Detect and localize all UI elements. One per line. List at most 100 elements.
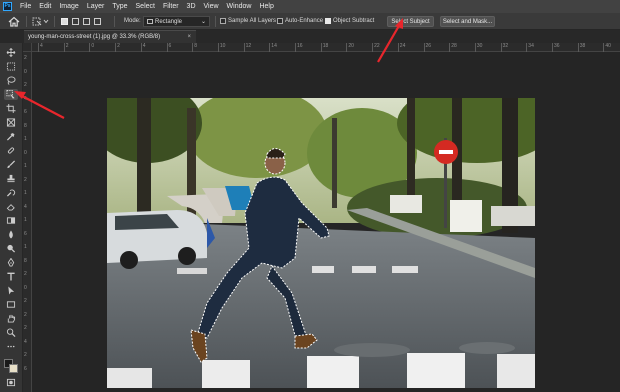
clone-stamp-tool-icon[interactable]: [4, 173, 18, 184]
ruler-tick-label: 1: [24, 244, 27, 250]
ruler-tick-label: 34: [526, 43, 534, 52]
select-subject-button[interactable]: Select Subject: [387, 16, 434, 27]
menu-filter[interactable]: Filter: [159, 3, 183, 10]
select-and-mask-button[interactable]: Select and Mask...: [440, 16, 495, 27]
ruler-tick-label: 2: [24, 176, 27, 183]
mode-value: Rectangle: [155, 19, 183, 25]
ruler-tick-label: 16: [295, 43, 303, 52]
ruler-tick-label: 28: [449, 43, 457, 52]
ruler-tick-label: 4: [140, 43, 146, 52]
object-subtract-checkbox[interactable]: [325, 18, 331, 24]
menu-image[interactable]: Image: [55, 3, 82, 10]
ruler-tick-label: 12: [243, 43, 252, 52]
ruler-tick-label: 2: [24, 311, 27, 318]
ruler-tick-label: 4: [24, 338, 27, 345]
subtract-from-selection-icon[interactable]: [83, 18, 90, 25]
new-selection-icon[interactable]: [61, 18, 68, 25]
close-icon[interactable]: ×: [187, 31, 191, 43]
ruler-tick-label: 2: [24, 55, 27, 61]
menu-layer[interactable]: Layer: [83, 3, 109, 10]
move-tool-icon[interactable]: [4, 47, 18, 58]
home-icon[interactable]: [8, 16, 20, 27]
document-tab-title: young-man-cross-street (1).jpg @ 33.3% (…: [28, 34, 161, 40]
blur-tool-icon[interactable]: [4, 229, 18, 240]
horizontal-ruler[interactable]: 4 2 0 2 4 6 8 10 12 14 16 18 20 22 24 26 28 30 32 34 36 38 40: [32, 43, 620, 52]
background-color-swatch[interactable]: [9, 364, 18, 373]
ruler-tick-label: 18: [320, 43, 329, 52]
gradient-tool-icon[interactable]: [4, 215, 18, 226]
ruler-tick-label: 20: [346, 43, 354, 52]
eyedropper-tool-icon[interactable]: [4, 131, 18, 142]
menu-3d[interactable]: 3D: [183, 3, 200, 10]
ruler-corner: [23, 43, 32, 52]
zoom-tool-icon[interactable]: [4, 327, 18, 338]
history-brush-tool-icon[interactable]: [4, 187, 18, 198]
ruler-tick-label: 6: [24, 109, 27, 115]
ruler-tick-label: 1: [24, 136, 27, 142]
document-image[interactable]: [107, 98, 535, 388]
lasso-tool-icon[interactable]: [4, 75, 18, 86]
ruler-tick-label: 10: [218, 43, 226, 52]
marquee-tool-icon[interactable]: [4, 61, 18, 72]
ruler-tick-label: 2: [115, 43, 120, 52]
type-tool-icon[interactable]: [4, 271, 18, 282]
dodge-tool-icon[interactable]: [4, 243, 18, 254]
crop-tool-icon[interactable]: [4, 103, 18, 114]
ruler-tick-label: 2: [24, 82, 27, 88]
ruler-tick-label: 0: [24, 68, 27, 75]
ruler-tick-label: 14: [269, 43, 277, 52]
street-photo-illustration: [107, 98, 535, 388]
tools-panel: [0, 43, 23, 392]
pen-tool-icon[interactable]: [4, 257, 18, 268]
ruler-tick-label: 24: [397, 43, 406, 52]
menu-view[interactable]: View: [200, 3, 223, 10]
mode-dropdown[interactable]: Rectangle ⌄: [143, 16, 210, 27]
separator: [54, 16, 55, 27]
eraser-tool-icon[interactable]: [4, 201, 18, 212]
menu-file[interactable]: File: [16, 3, 35, 10]
mode-label: Mode:: [124, 18, 141, 24]
healing-brush-tool-icon[interactable]: [4, 145, 18, 156]
ruler-tick-label: 1: [24, 163, 27, 169]
ruler-tick-label: 38: [577, 43, 586, 52]
document-tab[interactable]: young-man-cross-street (1).jpg @ 33.3% (…: [24, 30, 196, 43]
ruler-tick-label: 8: [192, 43, 197, 52]
ruler-tick-label: 6: [24, 365, 27, 372]
menu-window[interactable]: Window: [223, 3, 256, 10]
ruler-tick-label: 1: [24, 190, 27, 196]
vertical-ruler[interactable]: 202468101214161820222426: [23, 52, 32, 392]
add-to-selection-icon[interactable]: [72, 18, 79, 25]
ruler-tick-label: 0: [24, 149, 27, 156]
ruler-tick-label: 2: [24, 298, 27, 304]
menu-type[interactable]: Type: [108, 3, 131, 10]
sample-all-layers-label: Sample All Layers: [228, 18, 277, 24]
ruler-tick-label: 0: [24, 284, 27, 291]
menu-select[interactable]: Select: [132, 3, 159, 10]
frame-tool-icon[interactable]: [4, 117, 18, 128]
brush-tool-icon[interactable]: [4, 159, 18, 170]
rectangle-tool-icon[interactable]: [4, 299, 18, 310]
sample-all-layers-checkbox[interactable]: [220, 18, 226, 24]
hand-tool-icon[interactable]: [4, 313, 18, 324]
ruler-tick-label: 2: [24, 271, 27, 277]
ruler-tick-label: 26: [423, 43, 432, 52]
tool-preset-picker-icon[interactable]: [32, 16, 50, 27]
quick-mask-icon[interactable]: [4, 377, 18, 388]
ruler-tick-label: 22: [372, 43, 380, 52]
ruler-tick-label: 4: [24, 95, 27, 102]
path-selection-tool-icon[interactable]: [4, 285, 18, 296]
ruler-tick-label: 36: [552, 43, 560, 52]
intersect-selection-icon[interactable]: [94, 18, 101, 25]
auto-enhance-checkbox[interactable]: [277, 18, 283, 24]
menu-edit[interactable]: Edit: [35, 3, 55, 10]
separator: [26, 16, 27, 27]
ruler-tick-label: 32: [500, 43, 509, 52]
object-subtract-label: Object Subtract: [333, 18, 375, 24]
ruler-tick-label: 4: [24, 203, 27, 210]
menu-bar: Ps File Edit Image Layer Type Select Fil…: [0, 0, 620, 13]
menu-help[interactable]: Help: [255, 3, 277, 10]
auto-enhance-label: Auto-Enhance: [285, 18, 324, 24]
object-selection-tool-icon[interactable]: [4, 89, 18, 100]
ruler-tick-label: 8: [24, 257, 27, 264]
more-tools-icon[interactable]: [4, 341, 18, 352]
